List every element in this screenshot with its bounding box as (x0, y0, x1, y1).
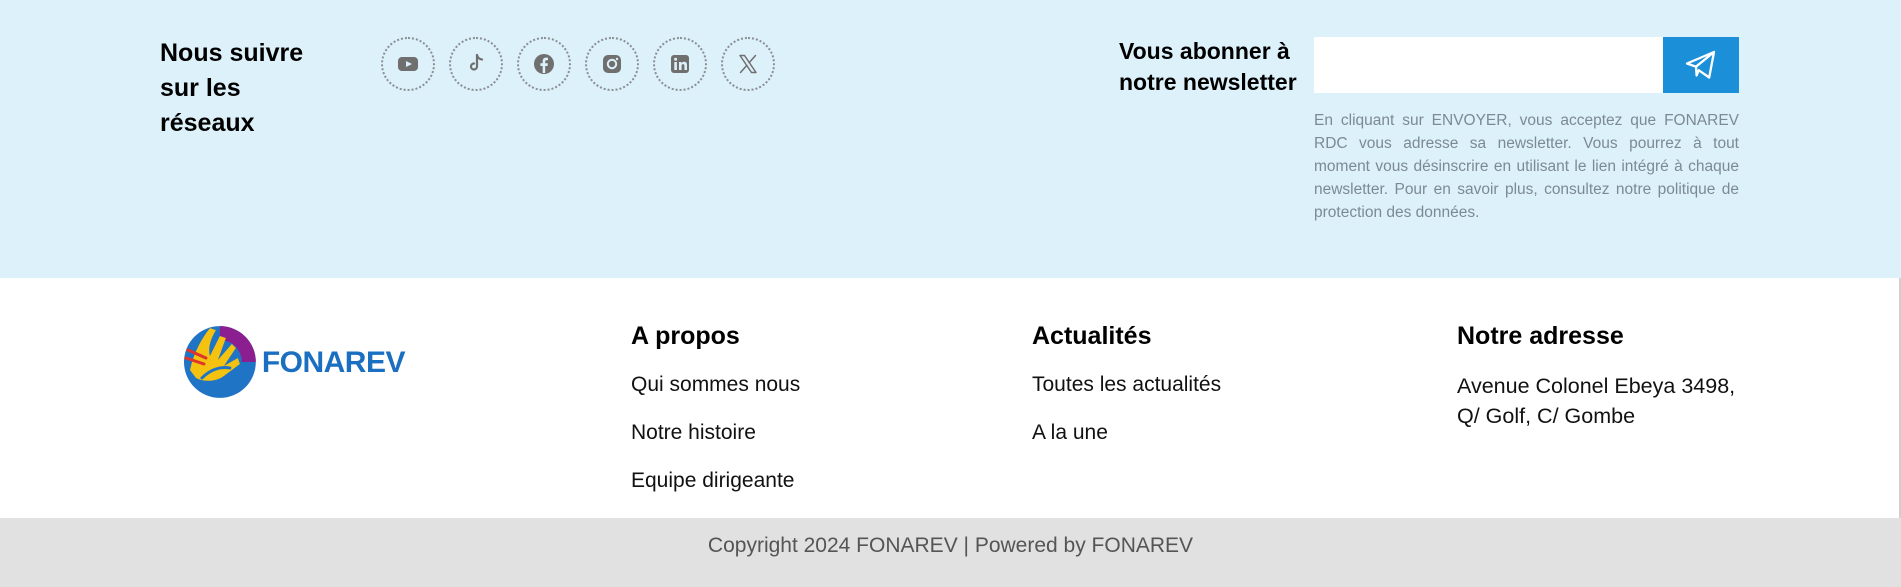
link-toutes-actualites[interactable]: Toutes les actualités (1032, 371, 1221, 399)
copyright-bar: Copyright 2024 FONAREV | Powered by FONA… (0, 518, 1901, 587)
about-column: A propos Qui sommes nous Notre histoire … (631, 320, 800, 495)
tiktok-link[interactable] (449, 37, 503, 91)
address-column: Notre adresse Avenue Colonel Ebeya 3498,… (1457, 320, 1747, 431)
newsletter-disclaimer: En cliquant sur ENVOYER, vous acceptez q… (1314, 112, 1739, 221)
copyright-text: Copyright 2024 FONAREV | Powered by FONA… (707, 533, 1194, 557)
logo-wordmark: FONAREV (261, 346, 406, 379)
facebook-link[interactable] (517, 37, 571, 91)
paper-plane-icon (1685, 50, 1716, 79)
newsletter-send-button[interactable] (1663, 37, 1739, 93)
instagram-link[interactable] (585, 37, 639, 91)
logo-emblem-icon (183, 326, 256, 398)
follow-title: Nous suivre sur les réseaux (160, 39, 304, 137)
newsletter-email-input[interactable] (1314, 37, 1663, 93)
social-links (381, 37, 775, 91)
x-link[interactable] (721, 37, 775, 91)
instagram-icon (603, 55, 621, 73)
news-column: Actualités Toutes les actualités A la un… (1032, 320, 1221, 447)
about-title: A propos (631, 322, 740, 350)
news-title: Actualités (1032, 322, 1152, 350)
address-text: Avenue Colonel Ebeya 3498, Q/ Golf, C/ G… (1457, 374, 1736, 428)
x-icon (739, 54, 757, 74)
tiktok-icon (469, 53, 484, 71)
link-notre-histoire[interactable]: Notre histoire (631, 419, 800, 447)
address-title: Notre adresse (1457, 322, 1624, 350)
social-newsletter-band: Nous suivre sur les réseaux Vous abonner… (0, 0, 1901, 278)
youtube-link[interactable] (381, 37, 435, 91)
linkedin-icon (671, 55, 689, 73)
fonarev-logo[interactable]: FONAREV (180, 314, 406, 406)
youtube-icon (398, 57, 418, 71)
newsletter-title: Vous abonner à notre newsletter (1119, 38, 1297, 95)
link-equipe-dirigeante[interactable]: Equipe dirigeante (631, 467, 800, 495)
facebook-icon (534, 54, 554, 74)
linkedin-link[interactable] (653, 37, 707, 91)
link-a-la-une[interactable]: A la une (1032, 419, 1221, 447)
link-qui-sommes-nous[interactable]: Qui sommes nous (631, 371, 800, 399)
